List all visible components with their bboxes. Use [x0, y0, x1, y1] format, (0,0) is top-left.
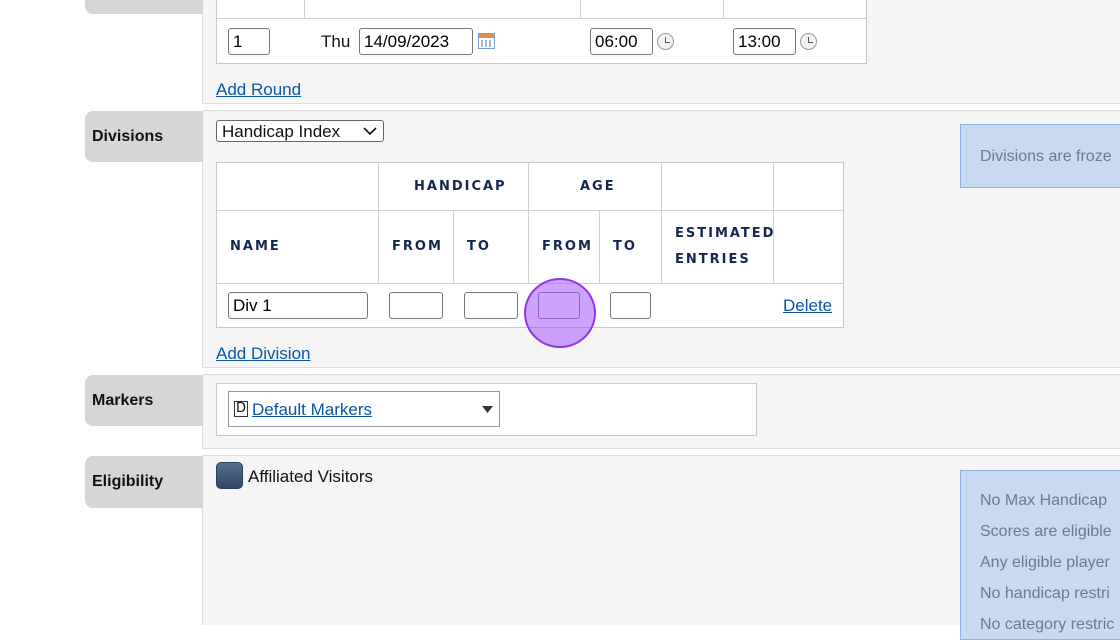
division-type-value: Handicap Index	[222, 122, 341, 141]
markers-select[interactable]: D Default Markers	[228, 391, 500, 427]
add-division-link[interactable]: Add Division	[216, 344, 311, 364]
round-day: Thu	[321, 32, 351, 51]
header-age: AGE	[580, 179, 616, 194]
label-tab-rounds	[85, 0, 203, 14]
header-handicap-from: FROM	[392, 239, 443, 254]
eligibility-info-line: Scores are eligible	[980, 523, 1112, 540]
division-name-input[interactable]	[228, 292, 368, 319]
handicap-from-input[interactable]	[389, 292, 443, 319]
round-number-input[interactable]	[228, 28, 270, 55]
eligibility-info-line: No handicap restri	[980, 585, 1110, 602]
section-separator	[202, 448, 1120, 456]
round-start-time-input[interactable]	[590, 28, 653, 55]
section-separator	[202, 367, 1120, 375]
markers-value-link[interactable]: Default Markers	[252, 400, 372, 420]
header-handicap: HANDICAP	[414, 179, 507, 194]
round-end-time-input[interactable]	[733, 28, 796, 55]
header-age-from: FROM	[542, 239, 593, 254]
handicap-to-input[interactable]	[464, 292, 518, 319]
affiliated-visitors-label: Affiliated Visitors	[248, 467, 374, 486]
division-type-select[interactable]: Handicap Index	[216, 120, 384, 142]
header-estimated: ESTIMATED	[675, 226, 776, 241]
header-age-to: TO	[613, 239, 637, 254]
divisions-info-text: Divisions are froze	[980, 148, 1112, 165]
section-separator	[202, 103, 1120, 111]
affiliated-visitors-checkbox[interactable]	[216, 462, 243, 489]
clock-icon[interactable]	[800, 33, 817, 50]
header-name: NAME	[230, 239, 281, 254]
eligibility-info-line: No category restric	[980, 616, 1115, 633]
eligibility-info-line: No Max Handicap	[980, 492, 1108, 509]
markers-label: Markers	[85, 375, 203, 426]
round-date-input[interactable]	[359, 28, 473, 55]
content-border	[202, 0, 203, 625]
markers-badge: D	[234, 401, 248, 417]
click-highlight	[524, 278, 596, 348]
chevron-down-icon	[363, 127, 377, 136]
calendar-icon[interactable]	[478, 33, 495, 49]
age-to-input[interactable]	[610, 292, 651, 319]
add-round-link[interactable]: Add Round	[216, 80, 301, 100]
caret-down-icon	[482, 406, 493, 413]
eligibility-info-line: Any eligible player	[980, 554, 1110, 571]
header-entries: ENTRIES	[675, 252, 751, 267]
eligibility-label: Eligibility	[85, 456, 203, 508]
clock-icon[interactable]	[657, 33, 674, 50]
header-handicap-to: TO	[467, 239, 491, 254]
delete-division-link[interactable]: Delete	[783, 296, 832, 316]
eligibility-info-box: No Max Handicap Scores are eligible Any …	[960, 470, 1120, 640]
divisions-label: Divisions	[85, 111, 203, 162]
divisions-info-box: Divisions are froze	[960, 124, 1120, 188]
